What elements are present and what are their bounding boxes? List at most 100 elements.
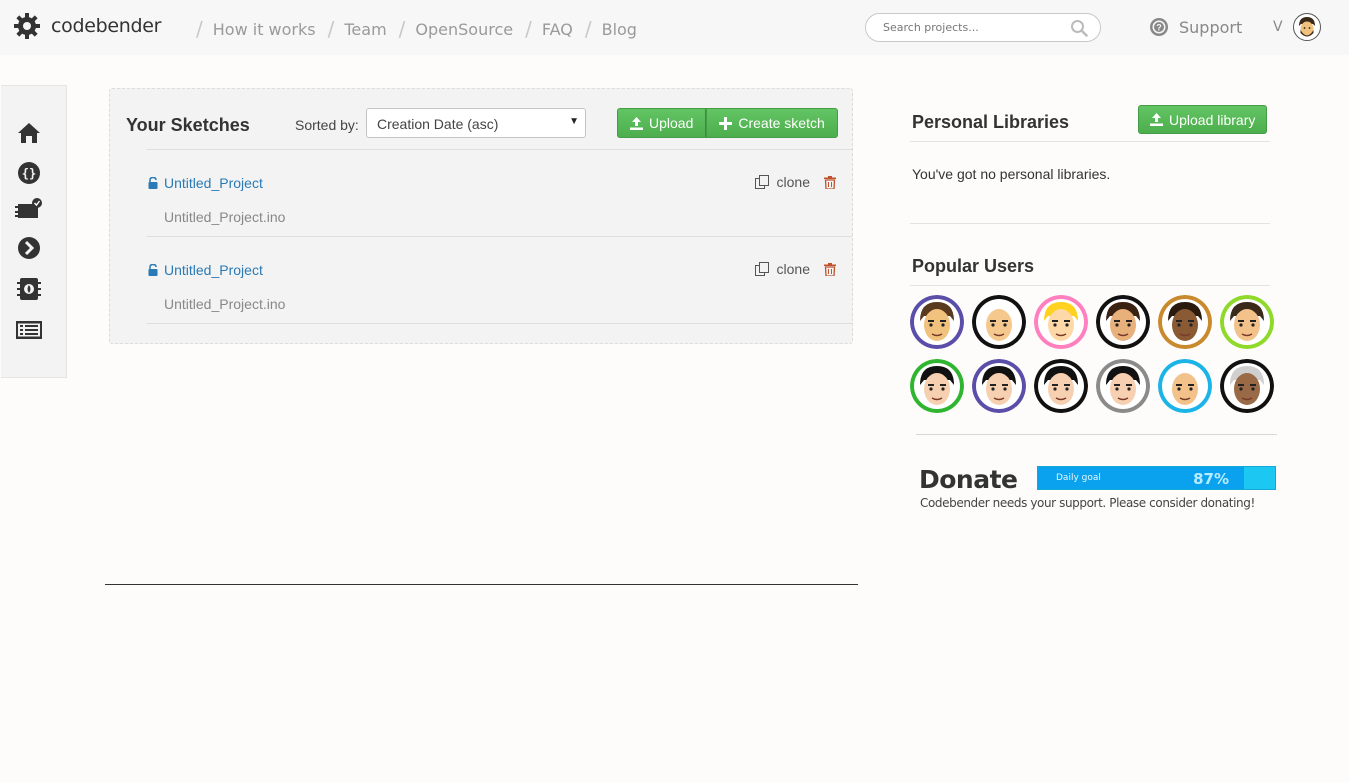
nav-separator: / [398, 17, 406, 41]
sketch-name[interactable]: Untitled_Project [148, 262, 263, 278]
nav-link-team[interactable]: Team [344, 20, 386, 39]
clone-button[interactable]: clone [777, 261, 810, 277]
sidebar-item-list[interactable] [15, 316, 43, 344]
sort-selected-value: Creation Date (asc) [377, 116, 499, 132]
content-bottom-rule [105, 584, 858, 585]
daily-goal-label: Daily goal [1056, 473, 1101, 483]
nav-link-how-it-works[interactable]: How it works [213, 20, 316, 39]
sidebar-item-walkthrough[interactable] [15, 234, 43, 262]
avatar-image [972, 359, 1026, 413]
sidebar-item-libraries[interactable] [15, 275, 43, 303]
donate-message: Codebender needs your support. Please co… [920, 496, 1255, 510]
create-sketch-button[interactable]: Create sketch [706, 108, 838, 138]
upload-icon [1150, 113, 1163, 126]
nav-link-blog[interactable]: Blog [602, 20, 637, 39]
search-icon[interactable] [1070, 19, 1088, 37]
avatar-image [910, 295, 964, 349]
sketch-row: Untitled_Project Untitled_Project.ino cl… [146, 237, 836, 323]
nav-link-faq[interactable]: FAQ [542, 20, 573, 39]
sidebar-item-home[interactable] [15, 119, 43, 147]
trash-icon[interactable] [824, 262, 836, 276]
clone-icon[interactable] [754, 262, 769, 276]
sketch-link[interactable]: Untitled_Project [164, 262, 263, 278]
sketch-button-group: Upload Create sketch [617, 108, 838, 138]
clone-icon[interactable] [754, 175, 769, 189]
popular-user-avatar[interactable] [1096, 295, 1150, 349]
sidebar-item-code[interactable]: {} [15, 159, 43, 187]
sketch-name[interactable]: Untitled_Project [148, 175, 263, 191]
right-column: Personal Libraries Upload library You've… [890, 85, 1345, 600]
sketch-row: Untitled_Project Untitled_Project.ino cl… [146, 150, 836, 236]
list-icon [16, 321, 42, 339]
sketches-panel: Your Sketches Sorted by: Creation Date (… [109, 88, 853, 344]
braces-icon: {} [18, 162, 40, 184]
popular-user-avatar[interactable] [1096, 359, 1150, 413]
sidebar-item-boards[interactable] [15, 196, 43, 224]
avatar-image [1158, 295, 1212, 349]
board-icon [15, 198, 42, 218]
popular-user-avatar[interactable] [910, 359, 964, 413]
daily-goal-progress-bar[interactable]: Daily goal 87% [1037, 466, 1276, 490]
svg-text:?: ? [1156, 23, 1162, 33]
avatar-image [910, 359, 964, 413]
brand[interactable]: codebender [13, 12, 161, 40]
brand-name: codebender [51, 15, 162, 37]
unlock-icon [148, 264, 158, 276]
plus-icon [719, 116, 733, 130]
upload-library-button[interactable]: Upload library [1138, 105, 1268, 134]
avatar-image [1096, 359, 1150, 413]
main-nav: / How it works / Team / OpenSource / FAQ… [196, 17, 649, 41]
upload-button[interactable]: Upload [617, 108, 707, 138]
support-link[interactable]: ? Support [1149, 17, 1242, 37]
upload-library-label: Upload library [1169, 111, 1256, 128]
popular-user-avatar[interactable] [972, 295, 1026, 349]
nav-link-opensource[interactable]: OpenSource [415, 20, 513, 39]
avatar-image [1220, 295, 1274, 349]
sort-select[interactable]: Creation Date (asc) ▼ [366, 108, 586, 138]
avatar-image [1158, 359, 1212, 413]
search-input[interactable] [883, 21, 1070, 34]
divider [910, 141, 1270, 142]
popular-user-avatar[interactable] [1220, 359, 1274, 413]
sketch-actions: clone [754, 174, 836, 190]
popular-user-avatar[interactable] [1034, 295, 1088, 349]
divider [910, 285, 1270, 286]
user-menu[interactable]: V [1273, 13, 1321, 41]
daily-goal-percent: 87% [1193, 470, 1229, 488]
sort-label: Sorted by: [295, 117, 359, 133]
avatar-image [972, 295, 1026, 349]
personal-libraries-title: Personal Libraries [912, 112, 1070, 132]
divider [916, 434, 1277, 435]
left-sidebar: {} [1, 85, 67, 378]
popular-user-avatar[interactable] [1220, 295, 1274, 349]
sketch-file: Untitled_Project.ino [164, 209, 286, 225]
sketch-file: Untitled_Project.ino [164, 296, 286, 312]
avatar-image [1034, 359, 1088, 413]
dropdown-arrow-icon: ▼ [569, 116, 579, 127]
svg-text:{}: {} [22, 167, 36, 181]
user-avatar[interactable] [1292, 13, 1321, 41]
clone-button[interactable]: clone [777, 174, 810, 190]
popular-user-avatar[interactable] [972, 359, 1026, 413]
donate-title: Donate [919, 465, 1018, 494]
avatar-image [1096, 295, 1150, 349]
create-sketch-label: Create sketch [738, 115, 825, 131]
help-icon: ? [1150, 18, 1168, 36]
popular-user-avatar[interactable] [1158, 359, 1212, 413]
nav-separator: / [196, 17, 203, 41]
unlock-icon [148, 177, 158, 189]
popular-user-avatar[interactable] [1158, 295, 1212, 349]
sketch-link[interactable]: Untitled_Project [164, 175, 263, 191]
gear-logo-icon [14, 13, 40, 39]
popular-users-title: Popular Users [912, 256, 1035, 276]
popular-user-avatar[interactable] [1034, 359, 1088, 413]
nav-separator: / [584, 17, 592, 41]
chevron-down-icon[interactable]: V [1273, 19, 1283, 35]
top-navbar: codebender / How it works / Team / OpenS… [0, 0, 1349, 55]
divider [910, 223, 1270, 224]
upload-icon [630, 116, 643, 130]
popular-user-avatar[interactable] [910, 295, 964, 349]
home-icon [18, 123, 40, 143]
trash-icon[interactable] [824, 175, 836, 189]
divider [146, 323, 852, 324]
